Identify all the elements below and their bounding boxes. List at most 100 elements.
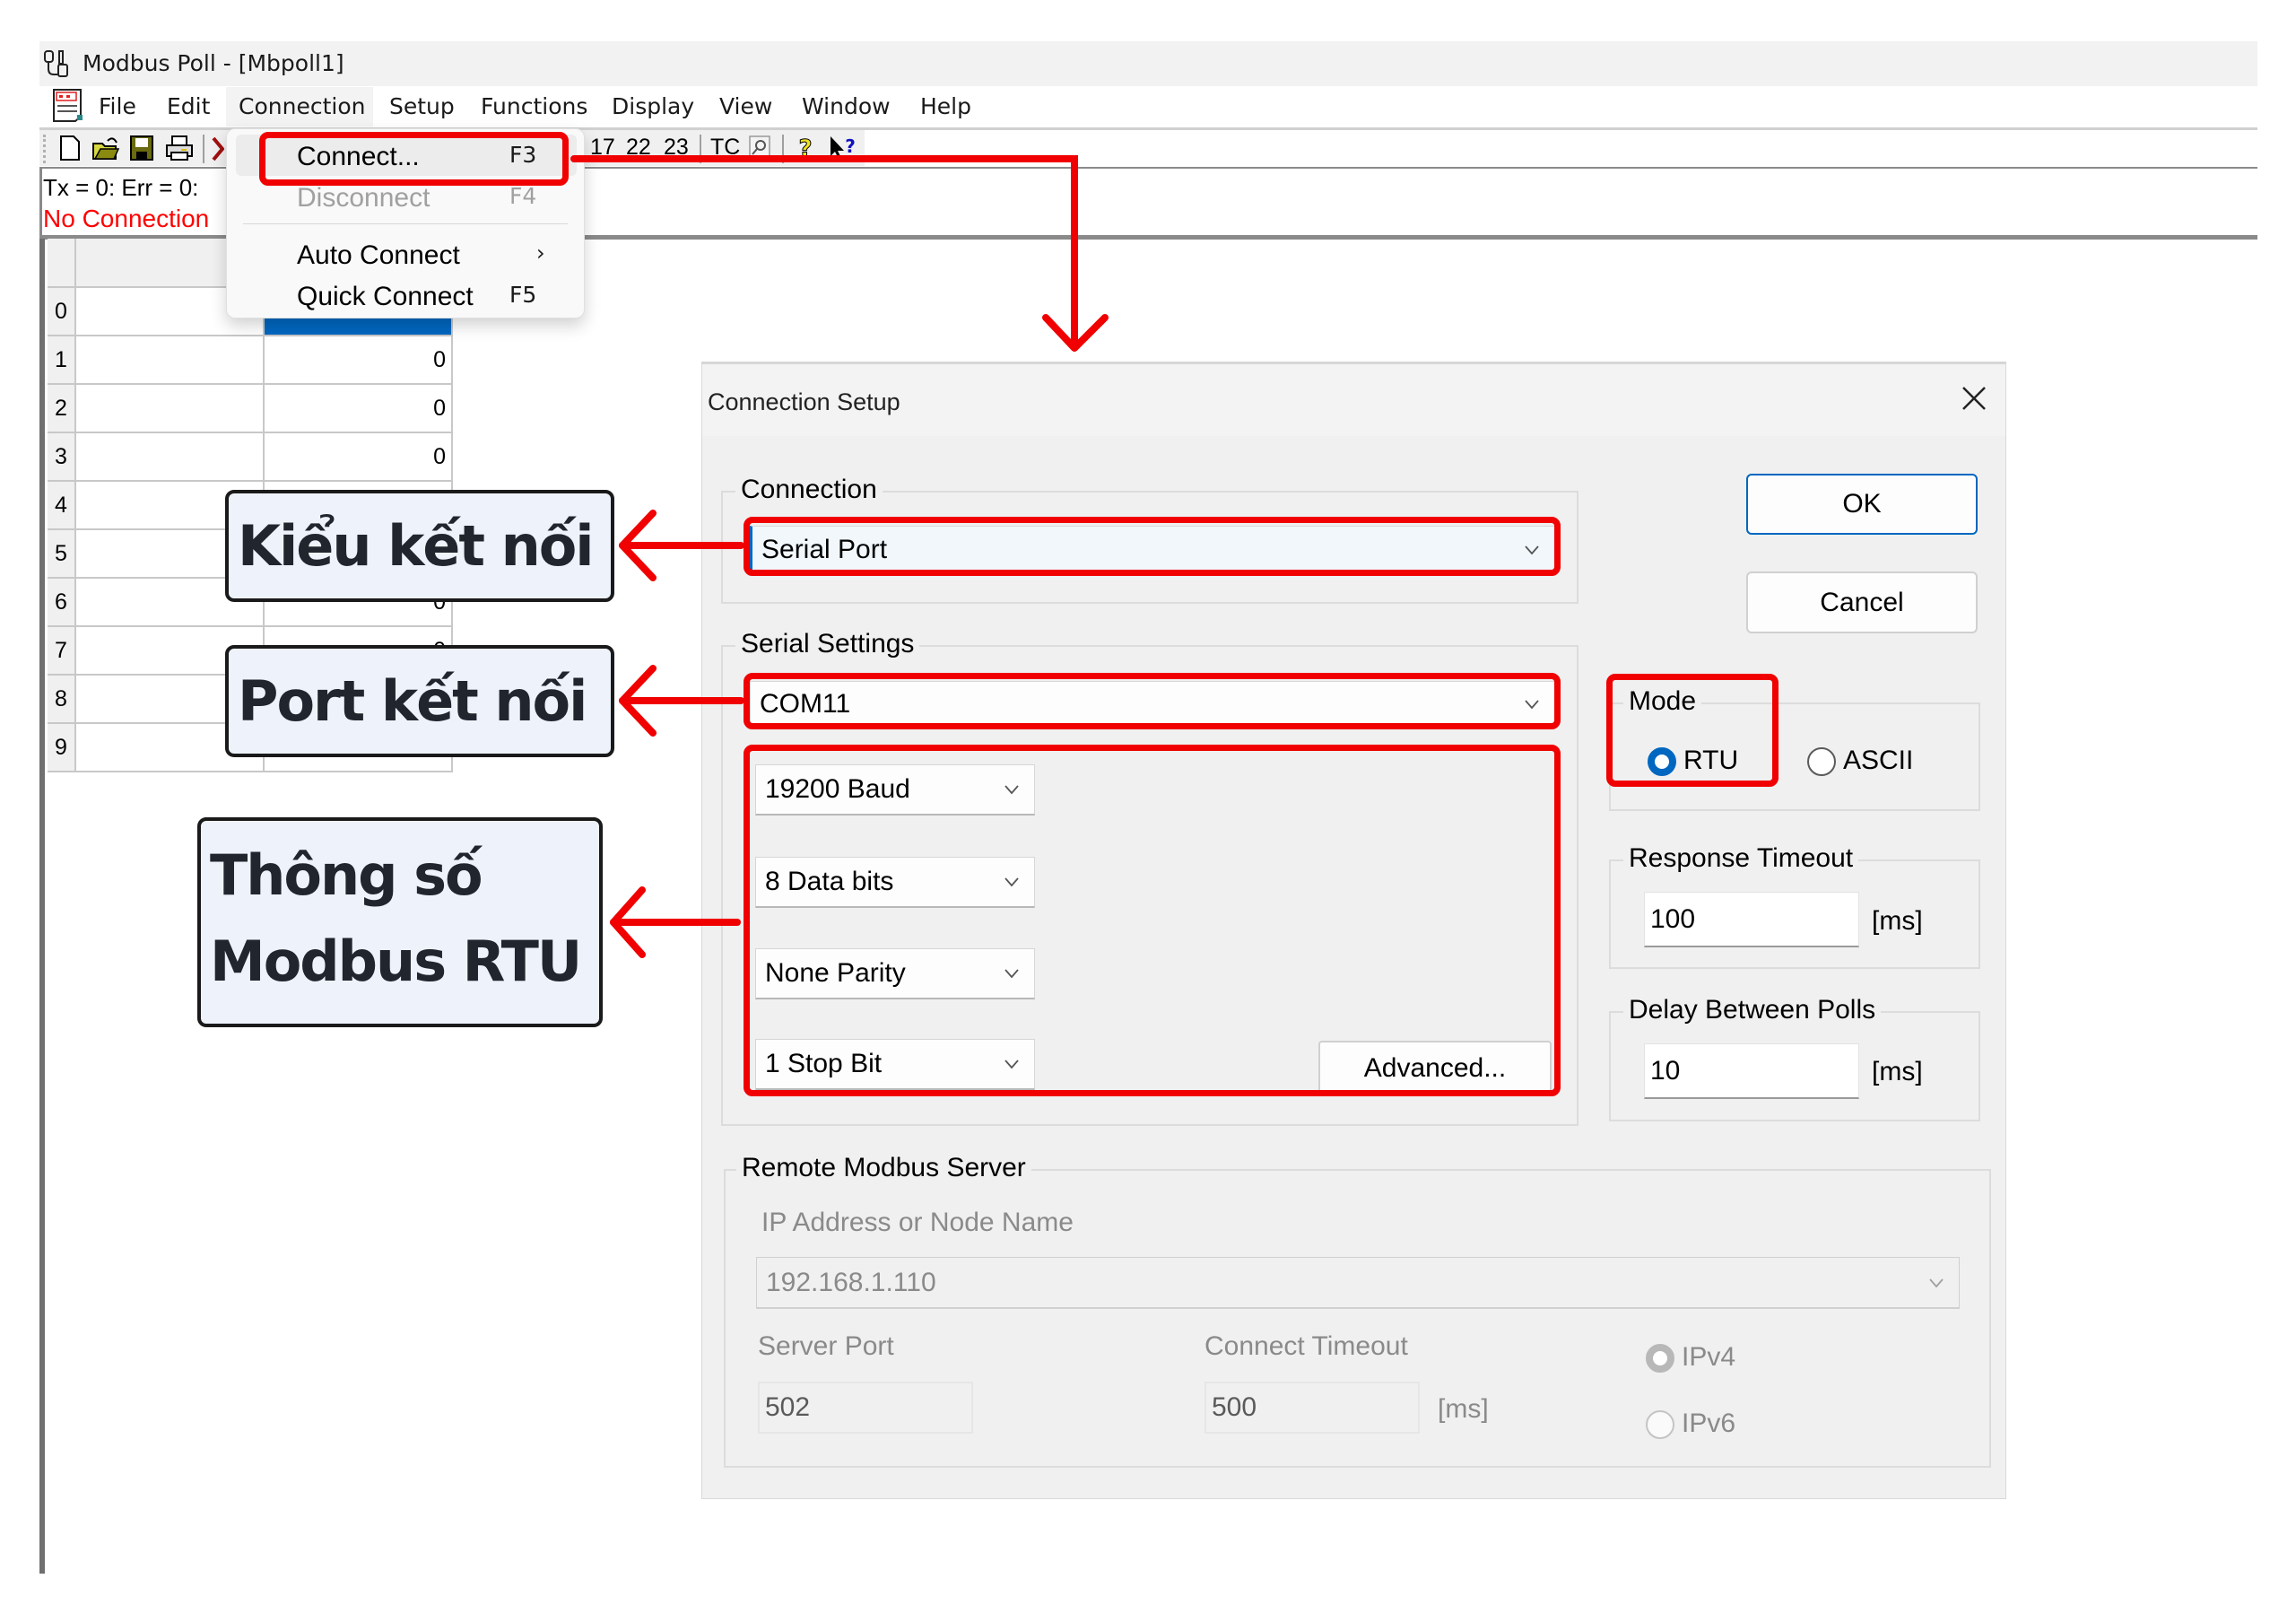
grid-row-header[interactable]: 1 (48, 336, 76, 385)
tx-error-counters: Tx = 0: Err = 0: (43, 174, 199, 201)
response-timeout-value: 100 (1650, 903, 1696, 934)
callout-text: Kiểu kết nối (238, 513, 595, 579)
communication-traffic-icon[interactable] (748, 135, 771, 160)
delay-between-polls-input[interactable]: 10 (1644, 1043, 1859, 1099)
menu-help[interactable]: Help (920, 93, 971, 119)
mdi-child-left-border (39, 239, 45, 1574)
open-folder-icon[interactable] (91, 135, 120, 161)
dialog-title: Connection Setup (708, 388, 900, 415)
connect-timeout-unit: [ms] (1438, 1394, 1489, 1424)
new-document-icon[interactable] (59, 135, 81, 161)
callout-rtu-parameters: Thông số Modbus RTU (197, 817, 603, 1027)
grid-row-header[interactable]: 3 (48, 433, 76, 482)
menu-item-label: Quick Connect (297, 282, 474, 311)
highlight-com-port (744, 673, 1561, 729)
server-port-value: 502 (765, 1392, 811, 1422)
help-icon[interactable]: ? (796, 135, 814, 162)
menu-item-shortcut: F5 (509, 282, 537, 308)
window-title: Modbus Poll - [Mbpoll1] (83, 50, 344, 76)
modbus-poll-app-icon (44, 50, 68, 77)
highlight-connect-menu-item (259, 132, 569, 186)
toolbar-separator (700, 135, 701, 163)
connection-status: No Connection (43, 205, 210, 232)
grid-corner (48, 239, 76, 288)
fc23-button[interactable]: 23 (664, 135, 689, 161)
menu-item-label: Auto Connect (297, 240, 460, 270)
menu-functions[interactable]: Functions (481, 93, 587, 119)
callout-connection-type: Kiểu kết nối (225, 490, 614, 602)
save-icon[interactable] (129, 135, 154, 161)
grid-row-header[interactable]: 2 (48, 385, 76, 433)
svg-text:?: ? (845, 135, 856, 157)
fc17-button[interactable]: 17 (590, 135, 615, 161)
menu-connection[interactable]: Connection (239, 93, 365, 119)
menu-item-quick-connect[interactable]: Quick Connect F5 (227, 275, 584, 316)
callout-text-line1: Thông số (210, 842, 483, 908)
mode-ascii-radio[interactable] (1807, 747, 1836, 776)
callout-text: Port kết nối (238, 668, 587, 734)
ok-button[interactable]: OK (1746, 474, 1978, 535)
chevron-down-icon (1929, 1278, 1944, 1287)
highlight-serial-parameters (744, 745, 1561, 1096)
remote-server-group-label: Remote Modbus Server (736, 1153, 1031, 1183)
menu-item-auto-connect[interactable]: Auto Connect › (227, 233, 584, 275)
print-icon[interactable] (165, 135, 194, 161)
menu-file[interactable]: File (99, 93, 136, 119)
ipv6-label: IPv6 (1682, 1409, 1736, 1438)
arrowhead-left-icon (610, 886, 646, 958)
toolbar-separator (203, 135, 204, 163)
mode-ascii-label: ASCII (1843, 746, 1914, 775)
mdi-document-icon[interactable] (50, 88, 86, 122)
grid-value-cell[interactable]: 0 (265, 433, 453, 482)
grid-row-header[interactable]: 6 (48, 579, 76, 627)
ipv6-radio (1646, 1410, 1674, 1439)
menu-separator (243, 223, 568, 224)
fc22-button[interactable]: 22 (626, 135, 651, 161)
highlight-mode-rtu (1606, 674, 1779, 787)
grid-row-header[interactable]: 5 (48, 530, 76, 579)
menu-item-label: Disconnect (297, 183, 430, 213)
delay-between-polls-label: Delay Between Polls (1623, 995, 1882, 1025)
menu-window[interactable]: Window (802, 93, 891, 119)
submenu-chevron-right-icon: › (536, 240, 545, 266)
ip-address-select: 192.168.1.110 (756, 1257, 1960, 1309)
delay-between-polls-value: 10 (1650, 1055, 1681, 1086)
connect-timeout-label: Connect Timeout (1205, 1331, 1408, 1361)
grid-value-cell[interactable]: 0 (265, 385, 453, 433)
arrowhead-left-icon (619, 510, 657, 581)
response-timeout-label: Response Timeout (1623, 843, 1859, 874)
callout-text-line2: Modbus RTU (210, 929, 582, 994)
context-help-icon[interactable]: ? (829, 135, 857, 161)
toolbar-grip[interactable] (43, 135, 47, 163)
grid-alias-cell[interactable] (76, 336, 265, 385)
menu-edit[interactable]: Edit (167, 93, 210, 119)
grid-row-header[interactable]: 8 (48, 676, 76, 724)
grid-alias-cell[interactable] (76, 433, 265, 482)
ip-address-value: 192.168.1.110 (766, 1267, 936, 1297)
svg-text:?: ? (798, 135, 812, 161)
grid-row-header[interactable]: 4 (48, 482, 76, 530)
cancel-button[interactable]: Cancel (1746, 571, 1978, 633)
delay-between-polls-unit: [ms] (1872, 1057, 1923, 1086)
ip-address-label: IP Address or Node Name (761, 1208, 1074, 1237)
menu-item-shortcut: F4 (509, 183, 537, 209)
cut-icon[interactable] (212, 136, 224, 161)
arrowhead-left-icon (619, 665, 657, 737)
highlight-connection-type (744, 517, 1561, 576)
grid-value-cell[interactable]: 0 (265, 336, 453, 385)
ipv4-label: IPv4 (1682, 1342, 1736, 1372)
response-timeout-unit: [ms] (1872, 906, 1923, 936)
menu-display[interactable]: Display (612, 93, 694, 119)
connect-timeout-value: 500 (1212, 1392, 1257, 1422)
tc-button[interactable]: TC (710, 135, 740, 161)
close-icon[interactable] (1958, 382, 1990, 414)
grid-row-header[interactable]: 7 (48, 627, 76, 676)
grid-row-header[interactable]: 0 (48, 288, 76, 336)
grid-row-header[interactable]: 9 (48, 724, 76, 772)
server-port-input: 502 (758, 1382, 973, 1434)
arrowhead-down-icon (1042, 314, 1109, 352)
grid-alias-cell[interactable] (76, 385, 265, 433)
response-timeout-input[interactable]: 100 (1644, 892, 1859, 947)
menu-setup[interactable]: Setup (389, 93, 455, 119)
menu-view[interactable]: View (719, 93, 772, 119)
